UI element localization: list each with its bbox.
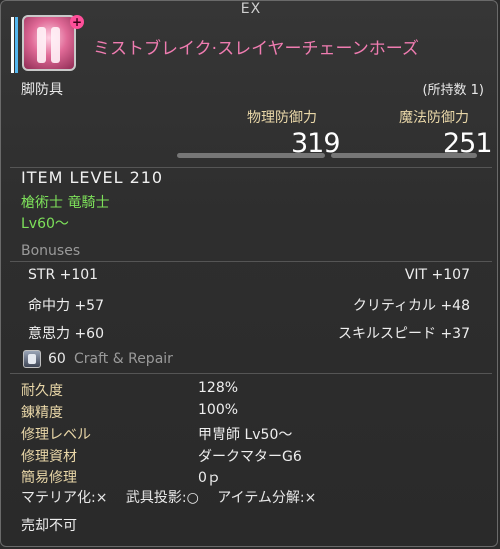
repair-material-value: ダークマターG6 xyxy=(198,449,302,465)
repair-level-label: 修理レベル xyxy=(21,427,91,443)
magic-defense-label: 魔法防御力 xyxy=(399,110,469,126)
bonus-determination: 意思力 +60 xyxy=(28,326,104,342)
equipment-slot: 脚防具 xyxy=(21,82,63,98)
item-icon-area: + xyxy=(10,15,84,75)
job-list: 槍術士 竜騎士 xyxy=(21,195,110,211)
spiritbond-label: 錬精度 xyxy=(21,405,63,421)
bonus-direct-hit: 命中力 +57 xyxy=(28,298,104,314)
durability-value: 128% xyxy=(198,380,239,396)
physical-defense-label: 物理防御力 xyxy=(247,110,317,126)
quick-repair-label: 簡易修理 xyxy=(21,470,77,486)
bonus-vit: VIT +107 xyxy=(404,267,470,283)
divider xyxy=(10,261,492,262)
physical-defense-bar xyxy=(177,153,325,158)
leg-armor-icon xyxy=(22,15,76,71)
craft-repair-icon xyxy=(23,350,41,368)
level-requirement: Lv60～ xyxy=(21,216,69,232)
plus-badge-icon: + xyxy=(70,15,84,29)
item-indicator-bars xyxy=(10,15,20,75)
bonus-critical: クリティカル +48 xyxy=(352,298,470,314)
item-level: ITEM LEVEL 210 xyxy=(21,168,164,187)
spiritbond-value: 100% xyxy=(198,402,239,418)
magic-defense-bar xyxy=(331,153,477,158)
bonuses-title: Bonuses xyxy=(21,243,81,259)
owned-count: (所持数 1) xyxy=(422,83,484,98)
item-name: ミストブレイク·スレイヤーチェーンホーズ xyxy=(93,39,419,59)
bonus-skill-speed: スキルスピード +37 xyxy=(338,326,470,342)
item-tooltip: EX + ミストブレイク·スレイヤーチェーンホーズ 脚防具 (所持数 1) 物理… xyxy=(0,0,498,547)
unsellable-label: 売却不可 xyxy=(21,518,77,534)
repair-material-label: 修理資材 xyxy=(21,449,77,465)
craft-level: 60 xyxy=(48,351,66,367)
item-flags: マテリア化:× 武具投影:○ アイテム分解:× xyxy=(21,487,330,507)
desynth-flag: アイテム分解:× xyxy=(217,490,317,506)
quick-repair-value: 0ｐ xyxy=(198,470,221,486)
bonus-str: STR +101 xyxy=(28,267,99,283)
materia-flag: マテリア化:× xyxy=(21,490,108,506)
craft-repair-title: Craft & Repair xyxy=(74,351,173,367)
glamour-flag: 武具投影:○ xyxy=(125,490,199,506)
repair-level-value: 甲冑師 Lv50～ xyxy=(198,427,293,443)
durability-label: 耐久度 xyxy=(21,383,63,399)
divider xyxy=(10,373,492,374)
